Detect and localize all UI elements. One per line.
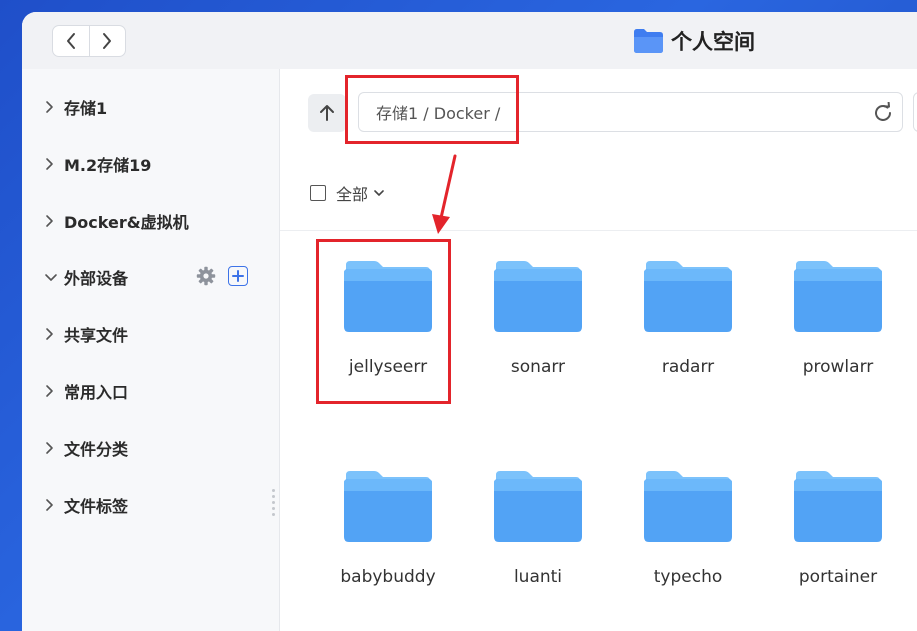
select-all-label: 全部 <box>336 185 369 204</box>
sidebar-item-label: 共享文件 <box>64 326 129 345</box>
file-manager-window: 个人空间 存储1 M.2存储19 Docker&虚拟机 外部设备 共享文件 常用… <box>22 12 917 631</box>
folder-icon <box>644 471 732 542</box>
folder-item[interactable]: jellyseerr <box>313 259 463 377</box>
sidebar-item-label: 存储1 <box>64 99 108 118</box>
parent-folder-button[interactable] <box>308 94 346 132</box>
folder-icon <box>794 471 882 542</box>
folder-name: sonarr <box>510 357 566 377</box>
title-bar: 个人空间 <box>22 12 917 69</box>
folder-icon <box>644 261 732 332</box>
sidebar-item-label: 文件分类 <box>64 440 129 459</box>
folder-item[interactable]: sonarr <box>463 259 613 377</box>
folder-item[interactable]: prowlarr <box>763 259 913 377</box>
sidebar-item-label: M.2存储19 <box>64 156 152 175</box>
path-bar[interactable]: 存储1 / Docker / <box>358 92 903 132</box>
window-title: 个人空间 <box>632 26 755 56</box>
refresh-button[interactable] <box>872 101 894 128</box>
sidebar-item-file-categories[interactable]: 文件分类 <box>44 436 128 460</box>
folder-item[interactable]: portainer <box>763 469 913 587</box>
chevron-right-icon <box>46 442 53 454</box>
sidebar-item-common-entries[interactable]: 常用入口 <box>44 379 128 403</box>
chevron-right-icon <box>46 499 53 511</box>
chevron-down-icon[interactable] <box>373 188 385 198</box>
sidebar-item-docker-vm[interactable]: Docker&虚拟机 <box>44 209 189 233</box>
sidebar-item-m2-storage19[interactable]: M.2存储19 <box>44 152 151 176</box>
sidebar-item-shared-files[interactable]: 共享文件 <box>44 322 128 346</box>
folder-icon <box>794 261 882 332</box>
folder-name: babybuddy <box>340 567 436 587</box>
folder-name: luanti <box>513 567 563 587</box>
chevron-right-icon <box>46 385 53 397</box>
folder-item[interactable]: radarr <box>613 259 763 377</box>
forward-button[interactable] <box>88 26 126 56</box>
sidebar-item-label: 常用入口 <box>64 383 129 402</box>
sidebar-item-label: 文件标签 <box>64 497 129 516</box>
folder-name: radarr <box>661 357 715 377</box>
chevron-left-icon <box>66 33 75 49</box>
chevron-right-icon <box>46 215 53 227</box>
main-content: 存储1 / Docker / 全部 jellyseerr sonarr rada… <box>280 69 917 631</box>
folder-icon <box>344 471 432 542</box>
sidebar-item-storage1[interactable]: 存储1 <box>44 95 107 119</box>
chevron-right-icon <box>46 101 53 113</box>
chevron-down-icon <box>45 274 57 281</box>
add-device-button[interactable] <box>228 266 248 286</box>
chevron-right-icon <box>46 328 53 340</box>
folder-item[interactable]: babybuddy <box>313 469 463 587</box>
folder-item[interactable]: typecho <box>613 469 763 587</box>
chevron-right-icon <box>46 158 53 170</box>
folder-icon <box>634 29 663 53</box>
sidebar-item-label: 外部设备 <box>64 269 129 288</box>
folder-icon <box>494 261 582 332</box>
sidebar: 存储1 M.2存储19 Docker&虚拟机 外部设备 共享文件 常用入口 文件… <box>22 69 280 631</box>
toolbar-extra-button[interactable] <box>913 92 917 132</box>
gear-icon[interactable] <box>196 266 216 286</box>
folder-icon <box>344 261 432 332</box>
folder-name: portainer <box>798 567 878 587</box>
sidebar-item-label: Docker&虚拟机 <box>64 213 189 232</box>
plus-icon <box>232 270 244 282</box>
select-all[interactable]: 全部 <box>310 181 385 205</box>
folder-icon <box>494 471 582 542</box>
folder-name: prowlarr <box>802 357 874 377</box>
toolbar-divider <box>280 230 917 231</box>
arrow-up-icon <box>320 105 334 121</box>
back-button[interactable] <box>53 26 89 56</box>
sidebar-item-file-tags[interactable]: 文件标签 <box>44 493 128 517</box>
refresh-icon <box>875 101 891 121</box>
path-text: 存储1 / Docker / <box>376 104 501 123</box>
sidebar-item-external-devices[interactable]: 外部设备 <box>44 265 128 289</box>
sidebar-resize-handle[interactable] <box>272 489 275 516</box>
folder-name: typecho <box>653 567 723 587</box>
window-title-text: 个人空间 <box>671 30 755 54</box>
chevron-right-icon <box>103 33 112 49</box>
folder-item[interactable]: luanti <box>463 469 613 587</box>
external-device-tools <box>196 266 248 286</box>
select-all-checkbox[interactable] <box>310 185 326 201</box>
nav-buttons <box>52 25 126 57</box>
folder-name: jellyseerr <box>348 357 428 377</box>
